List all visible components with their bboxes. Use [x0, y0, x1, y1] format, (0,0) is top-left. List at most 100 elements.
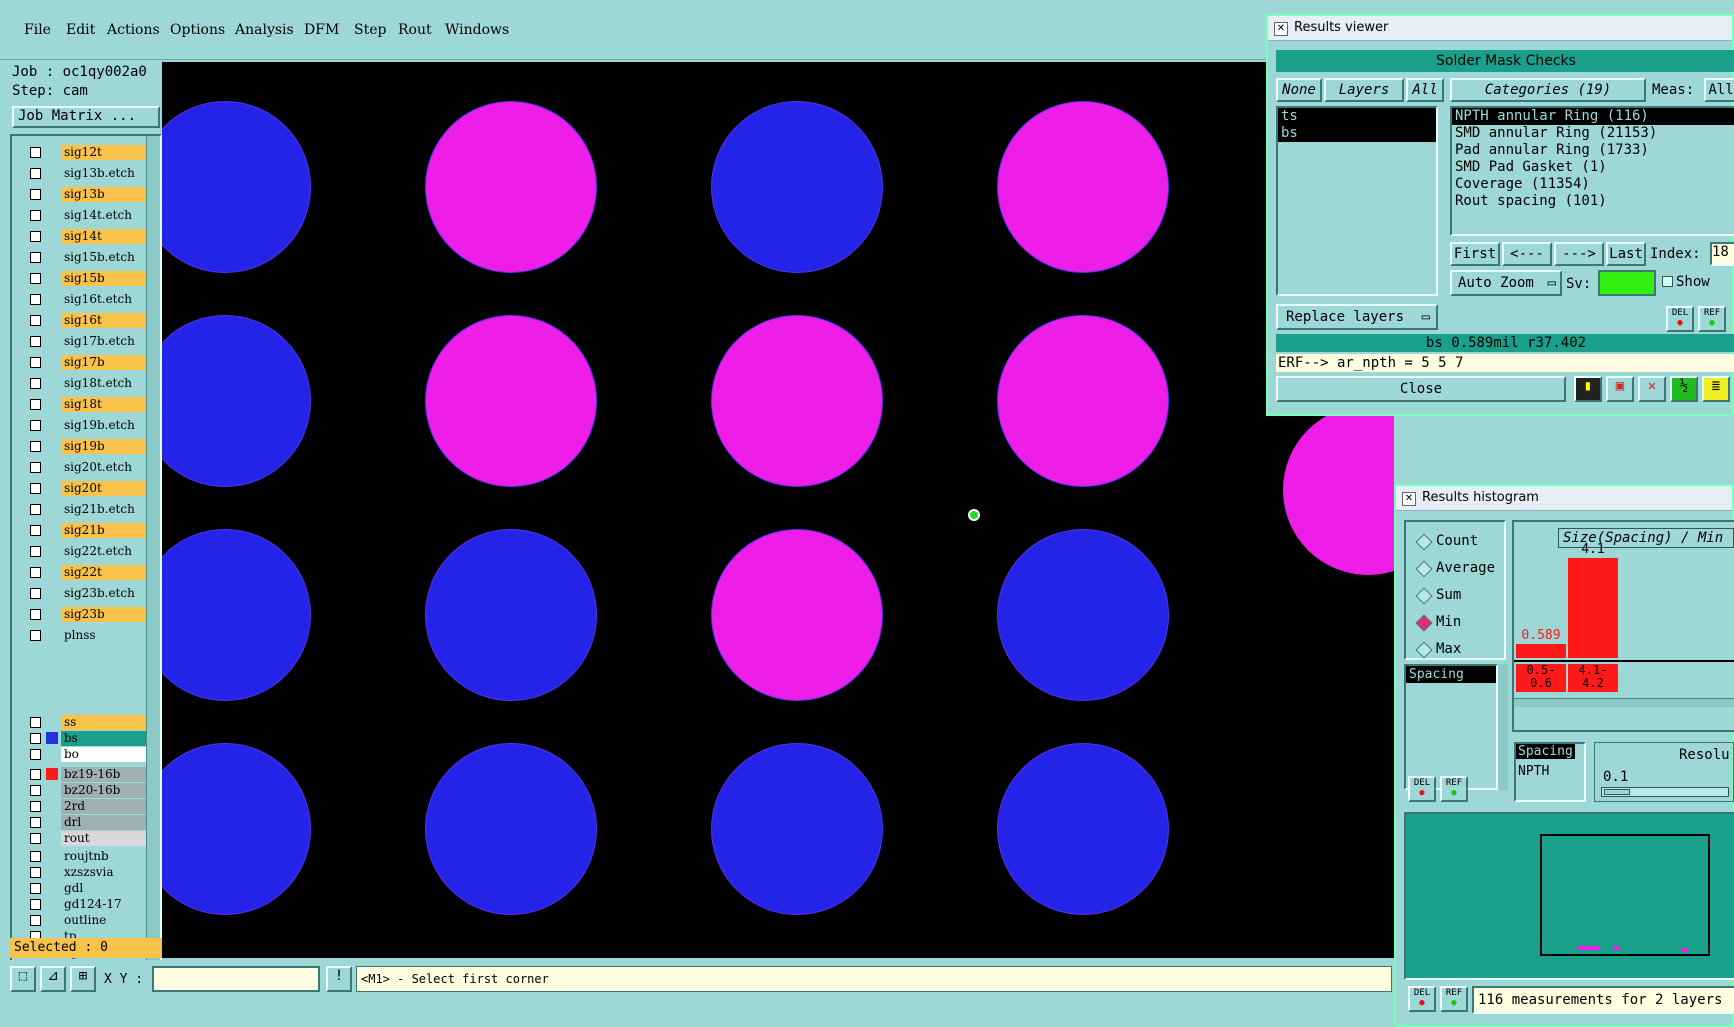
- layer-checkbox[interactable]: [30, 294, 41, 305]
- layer-color-swatch[interactable]: [46, 377, 58, 389]
- layer-name[interactable]: gdl: [61, 881, 157, 896]
- index-input[interactable]: 18: [1710, 242, 1734, 266]
- layer-color-swatch[interactable]: [46, 898, 58, 910]
- layer-name[interactable]: bz19-16b: [61, 767, 157, 782]
- layer-row[interactable]: sig18t.etch: [26, 375, 157, 392]
- mode-option-min[interactable]: Min: [1406, 613, 1506, 633]
- close-icon[interactable]: ✕: [1274, 22, 1288, 36]
- layer-row[interactable]: sig12t: [26, 144, 157, 161]
- layer-checkbox[interactable]: [30, 273, 41, 284]
- highlighted-pad[interactable]: [711, 315, 883, 487]
- layer-name[interactable]: plnss: [61, 628, 157, 643]
- count-icon[interactable]: ½: [1670, 376, 1698, 402]
- layer-color-swatch[interactable]: [46, 850, 58, 862]
- measure-tool-icon[interactable]: ⊿: [40, 966, 66, 992]
- menu-dfm[interactable]: DFM: [304, 22, 339, 38]
- layer-name[interactable]: sig18t.etch: [61, 376, 157, 391]
- category-item[interactable]: NPTH annular Ring (116): [1452, 108, 1734, 125]
- pad[interactable]: [997, 529, 1169, 701]
- close-button[interactable]: Close: [1276, 376, 1566, 402]
- layer-row[interactable]: sig23b: [26, 606, 157, 623]
- menu-options[interactable]: Options: [170, 22, 225, 38]
- layer-name[interactable]: bo: [61, 747, 157, 762]
- layer-name[interactable]: sig15b: [61, 271, 157, 286]
- layer-color-swatch[interactable]: [46, 784, 58, 796]
- layer-row[interactable]: sig18t: [26, 396, 157, 413]
- histogram-bar[interactable]: [1516, 643, 1566, 658]
- xy-input[interactable]: [152, 966, 320, 992]
- layer-color-swatch[interactable]: [46, 440, 58, 452]
- layer-checkbox[interactable]: [30, 833, 41, 844]
- layer-name[interactable]: drl: [61, 815, 157, 830]
- layer-color-swatch[interactable]: [46, 882, 58, 894]
- category-item[interactable]: Rout spacing (101): [1452, 193, 1734, 210]
- layer-color-swatch[interactable]: [46, 566, 58, 578]
- mask-layer-row[interactable]: ss: [26, 714, 157, 731]
- layer-checkbox[interactable]: [30, 567, 41, 578]
- layer-scrollbar[interactable]: [146, 136, 160, 992]
- layer-checkbox[interactable]: [30, 867, 41, 878]
- highlighted-pad[interactable]: [1283, 405, 1394, 575]
- result-marker-icon[interactable]: [968, 509, 980, 521]
- layer-checkbox[interactable]: [30, 851, 41, 862]
- layer-row[interactable]: sig17b.etch: [26, 333, 157, 350]
- layer-name[interactable]: sig21b.etch: [61, 502, 157, 517]
- layer-row[interactable]: sig21b: [26, 522, 157, 539]
- layer-color-swatch[interactable]: [46, 748, 58, 760]
- layer-checkbox[interactable]: [30, 883, 41, 894]
- radio-icon[interactable]: [1415, 560, 1433, 578]
- layer-color-swatch[interactable]: [46, 866, 58, 878]
- layer-name[interactable]: sig15b.etch: [61, 250, 157, 265]
- layer-name[interactable]: sig22t.etch: [61, 544, 157, 559]
- layer-name[interactable]: sig13b.etch: [61, 166, 157, 181]
- layer-checkbox[interactable]: [30, 733, 41, 744]
- category-item[interactable]: SMD Pad Gasket (1): [1452, 159, 1734, 176]
- misc-layer-row[interactable]: gd124-17: [26, 896, 157, 913]
- pad[interactable]: [997, 743, 1169, 915]
- layer-checkbox[interactable]: [30, 252, 41, 263]
- layer-name[interactable]: sig20t: [61, 481, 157, 496]
- grid-tool-icon[interactable]: ⊞: [70, 966, 96, 992]
- layer-name[interactable]: sig23b: [61, 607, 157, 622]
- footer-del-button[interactable]: DEL ●: [1408, 986, 1436, 1012]
- layers-all-button[interactable]: All: [1406, 78, 1444, 102]
- auto-zoom-dropdown[interactable]: Auto Zoom ▭: [1450, 270, 1562, 296]
- mask-layer-row[interactable]: bo: [26, 746, 157, 763]
- layer-row[interactable]: sig13b.etch: [26, 165, 157, 182]
- drill-layer-row[interactable]: bz19-16b: [26, 766, 157, 783]
- resolution-slider[interactable]: [1601, 787, 1729, 797]
- layer-row[interactable]: sig19b.etch: [26, 417, 157, 434]
- pad[interactable]: [162, 529, 311, 701]
- layer-color-swatch[interactable]: [46, 716, 58, 728]
- layer-row[interactable]: sig16t: [26, 312, 157, 329]
- layer-name[interactable]: sig16t: [61, 313, 157, 328]
- layer-color-swatch[interactable]: [46, 832, 58, 844]
- ref-button[interactable]: REF ●: [1698, 306, 1726, 332]
- layer-checkbox[interactable]: [30, 785, 41, 796]
- layer-color-swatch[interactable]: [46, 398, 58, 410]
- layer-name[interactable]: sig16t.etch: [61, 292, 157, 307]
- radio-icon[interactable]: [1415, 533, 1433, 551]
- menu-file[interactable]: File: [24, 22, 51, 38]
- drill-layer-row[interactable]: 2rd: [26, 798, 157, 815]
- layer-name[interactable]: sig19b.etch: [61, 418, 157, 433]
- meas-all-button[interactable]: All: [1704, 78, 1734, 102]
- layer-color-swatch[interactable]: [46, 314, 58, 326]
- layer-row[interactable]: sig22t.etch: [26, 543, 157, 560]
- layer-checkbox[interactable]: [30, 609, 41, 620]
- layer-checkbox[interactable]: [30, 315, 41, 326]
- layer-color-swatch[interactable]: [46, 335, 58, 347]
- layer-color-swatch[interactable]: [46, 209, 58, 221]
- layer-color-swatch[interactable]: [46, 608, 58, 620]
- layer-color-swatch[interactable]: [46, 167, 58, 179]
- mode-option-count[interactable]: Count: [1406, 532, 1506, 552]
- layer-name[interactable]: sig14t: [61, 229, 157, 244]
- drill-layer-row[interactable]: drl: [26, 814, 157, 831]
- pad[interactable]: [425, 743, 597, 915]
- del-button[interactable]: DEL ●: [1666, 306, 1694, 332]
- category-item[interactable]: Pad annular Ring (1733): [1452, 142, 1734, 159]
- layer-color-swatch[interactable]: [46, 482, 58, 494]
- layer-row[interactable]: sig14t.etch: [26, 207, 157, 224]
- layer-name[interactable]: sig18t: [61, 397, 157, 412]
- layer-color-swatch[interactable]: [46, 524, 58, 536]
